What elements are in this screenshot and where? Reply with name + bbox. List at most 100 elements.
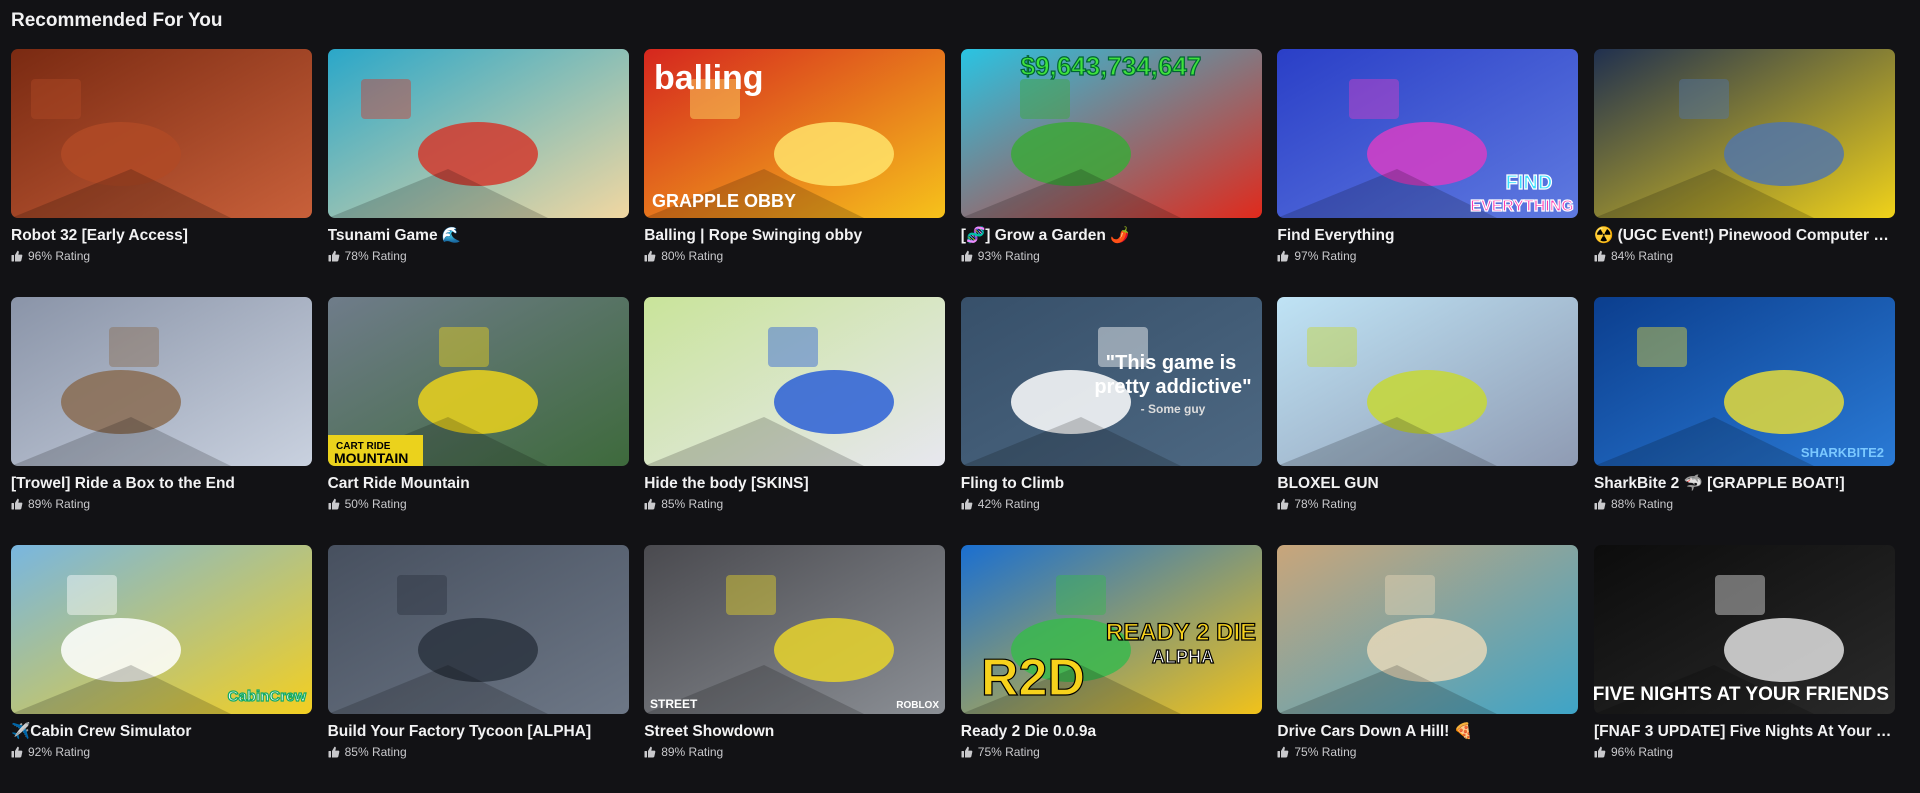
game-tile[interactable]: balling GRAPPLE OBBY Balling | Rope Swingi… xyxy=(644,49,946,297)
game-thumbnail[interactable] xyxy=(11,49,312,218)
game-thumbnail[interactable]: SHARKBITE2 xyxy=(1593,297,1895,466)
game-tile[interactable]: Tsunami Game 🌊 78% Rating xyxy=(327,49,629,297)
game-tile[interactable]: R2D READY 2 DIE ALPHA Ready 2 Die 0.0.9a 75%… xyxy=(960,545,1262,793)
game-thumbnail[interactable]: $9,643,734,647 xyxy=(960,49,1262,218)
thumbnail-art xyxy=(644,297,946,466)
game-title[interactable]: Tsunami Game 🌊 xyxy=(328,226,629,245)
game-thumbnail[interactable] xyxy=(644,297,946,466)
thumbs-up-icon xyxy=(644,250,656,262)
game-tile[interactable]: Robot 32 [Early Access] 96% Rating xyxy=(11,49,312,297)
thumbnail-art: CART RIDEMOUNTAIN xyxy=(327,297,629,466)
thumbs-up-icon xyxy=(1277,746,1289,758)
rating-text: 93% Rating xyxy=(977,249,1040,263)
game-rating: 80% Rating xyxy=(644,249,945,263)
game-tile[interactable]: CabinCrew ✈️Cabin Crew Simulator 92% Ratin… xyxy=(11,545,312,793)
game-rating: 96% Rating xyxy=(1594,745,1895,759)
game-rating: 42% Rating xyxy=(961,497,1262,511)
thumbnail-art xyxy=(1277,297,1579,466)
game-thumbnail[interactable] xyxy=(11,297,312,466)
thumbs-up-icon xyxy=(11,250,23,262)
thumbs-up-icon xyxy=(1277,250,1289,262)
game-tile[interactable]: STREET ROBLOX Street Showdown 89% Rating xyxy=(644,545,946,793)
game-tile[interactable]: "This game is pretty addictive" - Some guy… xyxy=(960,297,1262,545)
game-tile[interactable]: FIND EVERYTHING Find Everything 97% Rating xyxy=(1277,49,1579,297)
rating-text: 85% Rating xyxy=(344,745,407,759)
rating-text: 78% Rating xyxy=(1294,497,1357,511)
game-title[interactable]: [Trowel] Ride a Box to the End xyxy=(11,474,312,493)
thumbnail-art: FIVE NIGHTS AT YOUR FRIENDS xyxy=(1593,545,1895,714)
game-thumbnail[interactable] xyxy=(1593,49,1895,218)
game-title[interactable]: Build Your Factory Tycoon [ALPHA] xyxy=(328,722,629,741)
game-title[interactable]: [🧬] Grow a Garden 🌶️ xyxy=(961,226,1262,245)
thumbnail-art xyxy=(327,545,629,714)
game-thumbnail[interactable] xyxy=(1277,297,1579,466)
thumb-title-text: READY 2 DIE xyxy=(1106,619,1256,646)
thumbs-up-icon xyxy=(1594,250,1606,262)
game-title[interactable]: Ready 2 Die 0.0.9a xyxy=(961,722,1262,741)
game-title[interactable]: Fling to Climb xyxy=(961,474,1262,493)
rating-text: 42% Rating xyxy=(977,497,1040,511)
thumbs-up-icon xyxy=(328,250,339,262)
thumb-money-text: $9,643,734,647 xyxy=(1020,51,1201,81)
thumbnail-art xyxy=(11,297,312,466)
game-title[interactable]: [FNAF 3 UPDATE] Five Nights At Your Fri.… xyxy=(1594,722,1895,741)
thumbnail-art: "This game ispretty addictive" - Some guy xyxy=(960,297,1262,466)
game-tile[interactable]: ☢️ (UGC Event!) Pinewood Computer Core 84… xyxy=(1593,49,1895,297)
game-rating: 85% Rating xyxy=(644,497,945,511)
game-title[interactable]: ✈️Cabin Crew Simulator xyxy=(11,722,312,741)
game-tile[interactable]: FIVE NIGHTS AT YOUR FRIENDS [FNAF 3 UPDAT… xyxy=(1593,545,1895,793)
game-title[interactable]: BLOXEL GUN xyxy=(1277,474,1578,493)
game-thumbnail[interactable]: CabinCrew xyxy=(11,545,312,714)
game-thumbnail[interactable]: STREET ROBLOX xyxy=(644,545,946,714)
thumbs-up-icon xyxy=(961,498,973,510)
game-thumbnail[interactable] xyxy=(1277,545,1579,714)
thumb-title-text: FIVE NIGHTS AT YOUR FRIENDS xyxy=(1594,684,1889,705)
game-thumbnail[interactable] xyxy=(327,545,629,714)
game-title[interactable]: ☢️ (UGC Event!) Pinewood Computer Core xyxy=(1594,226,1895,245)
game-tile[interactable]: [Trowel] Ride a Box to the End 89% Rating xyxy=(11,297,312,545)
rating-text: 92% Rating xyxy=(28,745,91,759)
game-rating: 75% Rating xyxy=(1277,745,1578,759)
thumbnail-art xyxy=(1277,545,1579,714)
thumbnail-art: $9,643,734,647 xyxy=(960,49,1262,218)
game-thumbnail[interactable]: "This game is pretty addictive" - Some guy xyxy=(960,297,1262,466)
game-tile[interactable]: CART RIDE MOUNTAIN Cart Ride Mountain 50% R… xyxy=(327,297,629,545)
thumb-caption-text: GRAPPLE OBBY xyxy=(652,191,796,211)
thumb-logo-text: CabinCrew xyxy=(228,688,307,705)
game-tile[interactable]: Drive Cars Down A Hill! 🍕 75% Rating xyxy=(1277,545,1579,793)
thumbnail-art: balling GRAPPLE OBBY xyxy=(644,49,946,218)
thumb-logo-text: STREET xyxy=(650,697,698,711)
game-rating: 85% Rating xyxy=(328,745,629,759)
game-thumbnail[interactable]: R2D READY 2 DIE ALPHA xyxy=(960,545,1262,714)
thumb-title-text: FIND xyxy=(1506,172,1553,194)
game-title[interactable]: Street Showdown xyxy=(644,722,945,741)
game-thumbnail[interactable]: FIND EVERYTHING xyxy=(1277,49,1579,218)
game-rating: 89% Rating xyxy=(11,497,312,511)
game-title[interactable]: Robot 32 [Early Access] xyxy=(11,226,312,245)
game-tile[interactable]: Hide the body [SKINS] 85% Rating xyxy=(644,297,946,545)
game-tile[interactable]: Build Your Factory Tycoon [ALPHA] 85% Rat… xyxy=(327,545,629,793)
game-tile[interactable]: SHARKBITE2 SharkBite 2 🦈 [GRAPPLE BOAT!] 8… xyxy=(1593,297,1895,545)
thumbnail-art: FIND EVERYTHING xyxy=(1277,49,1579,218)
game-thumbnail[interactable]: CART RIDE MOUNTAIN xyxy=(327,297,629,466)
thumbnail-art: R2D READY 2 DIEALPHA xyxy=(960,545,1262,714)
game-title[interactable]: Hide the body [SKINS] xyxy=(644,474,945,493)
game-title[interactable]: Cart Ride Mountain xyxy=(328,474,629,493)
game-tile[interactable]: $9,643,734,647 [🧬] Grow a Garden 🌶️ 93% Ra… xyxy=(960,49,1262,297)
game-thumbnail[interactable] xyxy=(327,49,629,218)
thumb-watermark: ROBLOX xyxy=(896,700,939,711)
thumbnail-art: STREET ROBLOX xyxy=(644,545,946,714)
thumbs-up-icon xyxy=(11,746,23,758)
thumb-logo-line2: MOUNTAIN xyxy=(334,450,408,466)
thumbs-up-icon xyxy=(1594,746,1606,758)
game-title[interactable]: Drive Cars Down A Hill! 🍕 xyxy=(1277,722,1578,741)
game-rating: 92% Rating xyxy=(11,745,312,759)
game-title[interactable]: Find Everything xyxy=(1277,226,1578,245)
thumb-title-text-2: EVERYTHING xyxy=(1471,198,1574,215)
thumbs-up-icon xyxy=(328,746,339,758)
game-tile[interactable]: BLOXEL GUN 78% Rating xyxy=(1277,297,1579,545)
game-thumbnail[interactable]: FIVE NIGHTS AT YOUR FRIENDS xyxy=(1593,545,1895,714)
game-title[interactable]: SharkBite 2 🦈 [GRAPPLE BOAT!] xyxy=(1594,474,1895,493)
game-title[interactable]: Balling | Rope Swinging obby xyxy=(644,226,945,245)
game-thumbnail[interactable]: balling GRAPPLE OBBY xyxy=(644,49,946,218)
